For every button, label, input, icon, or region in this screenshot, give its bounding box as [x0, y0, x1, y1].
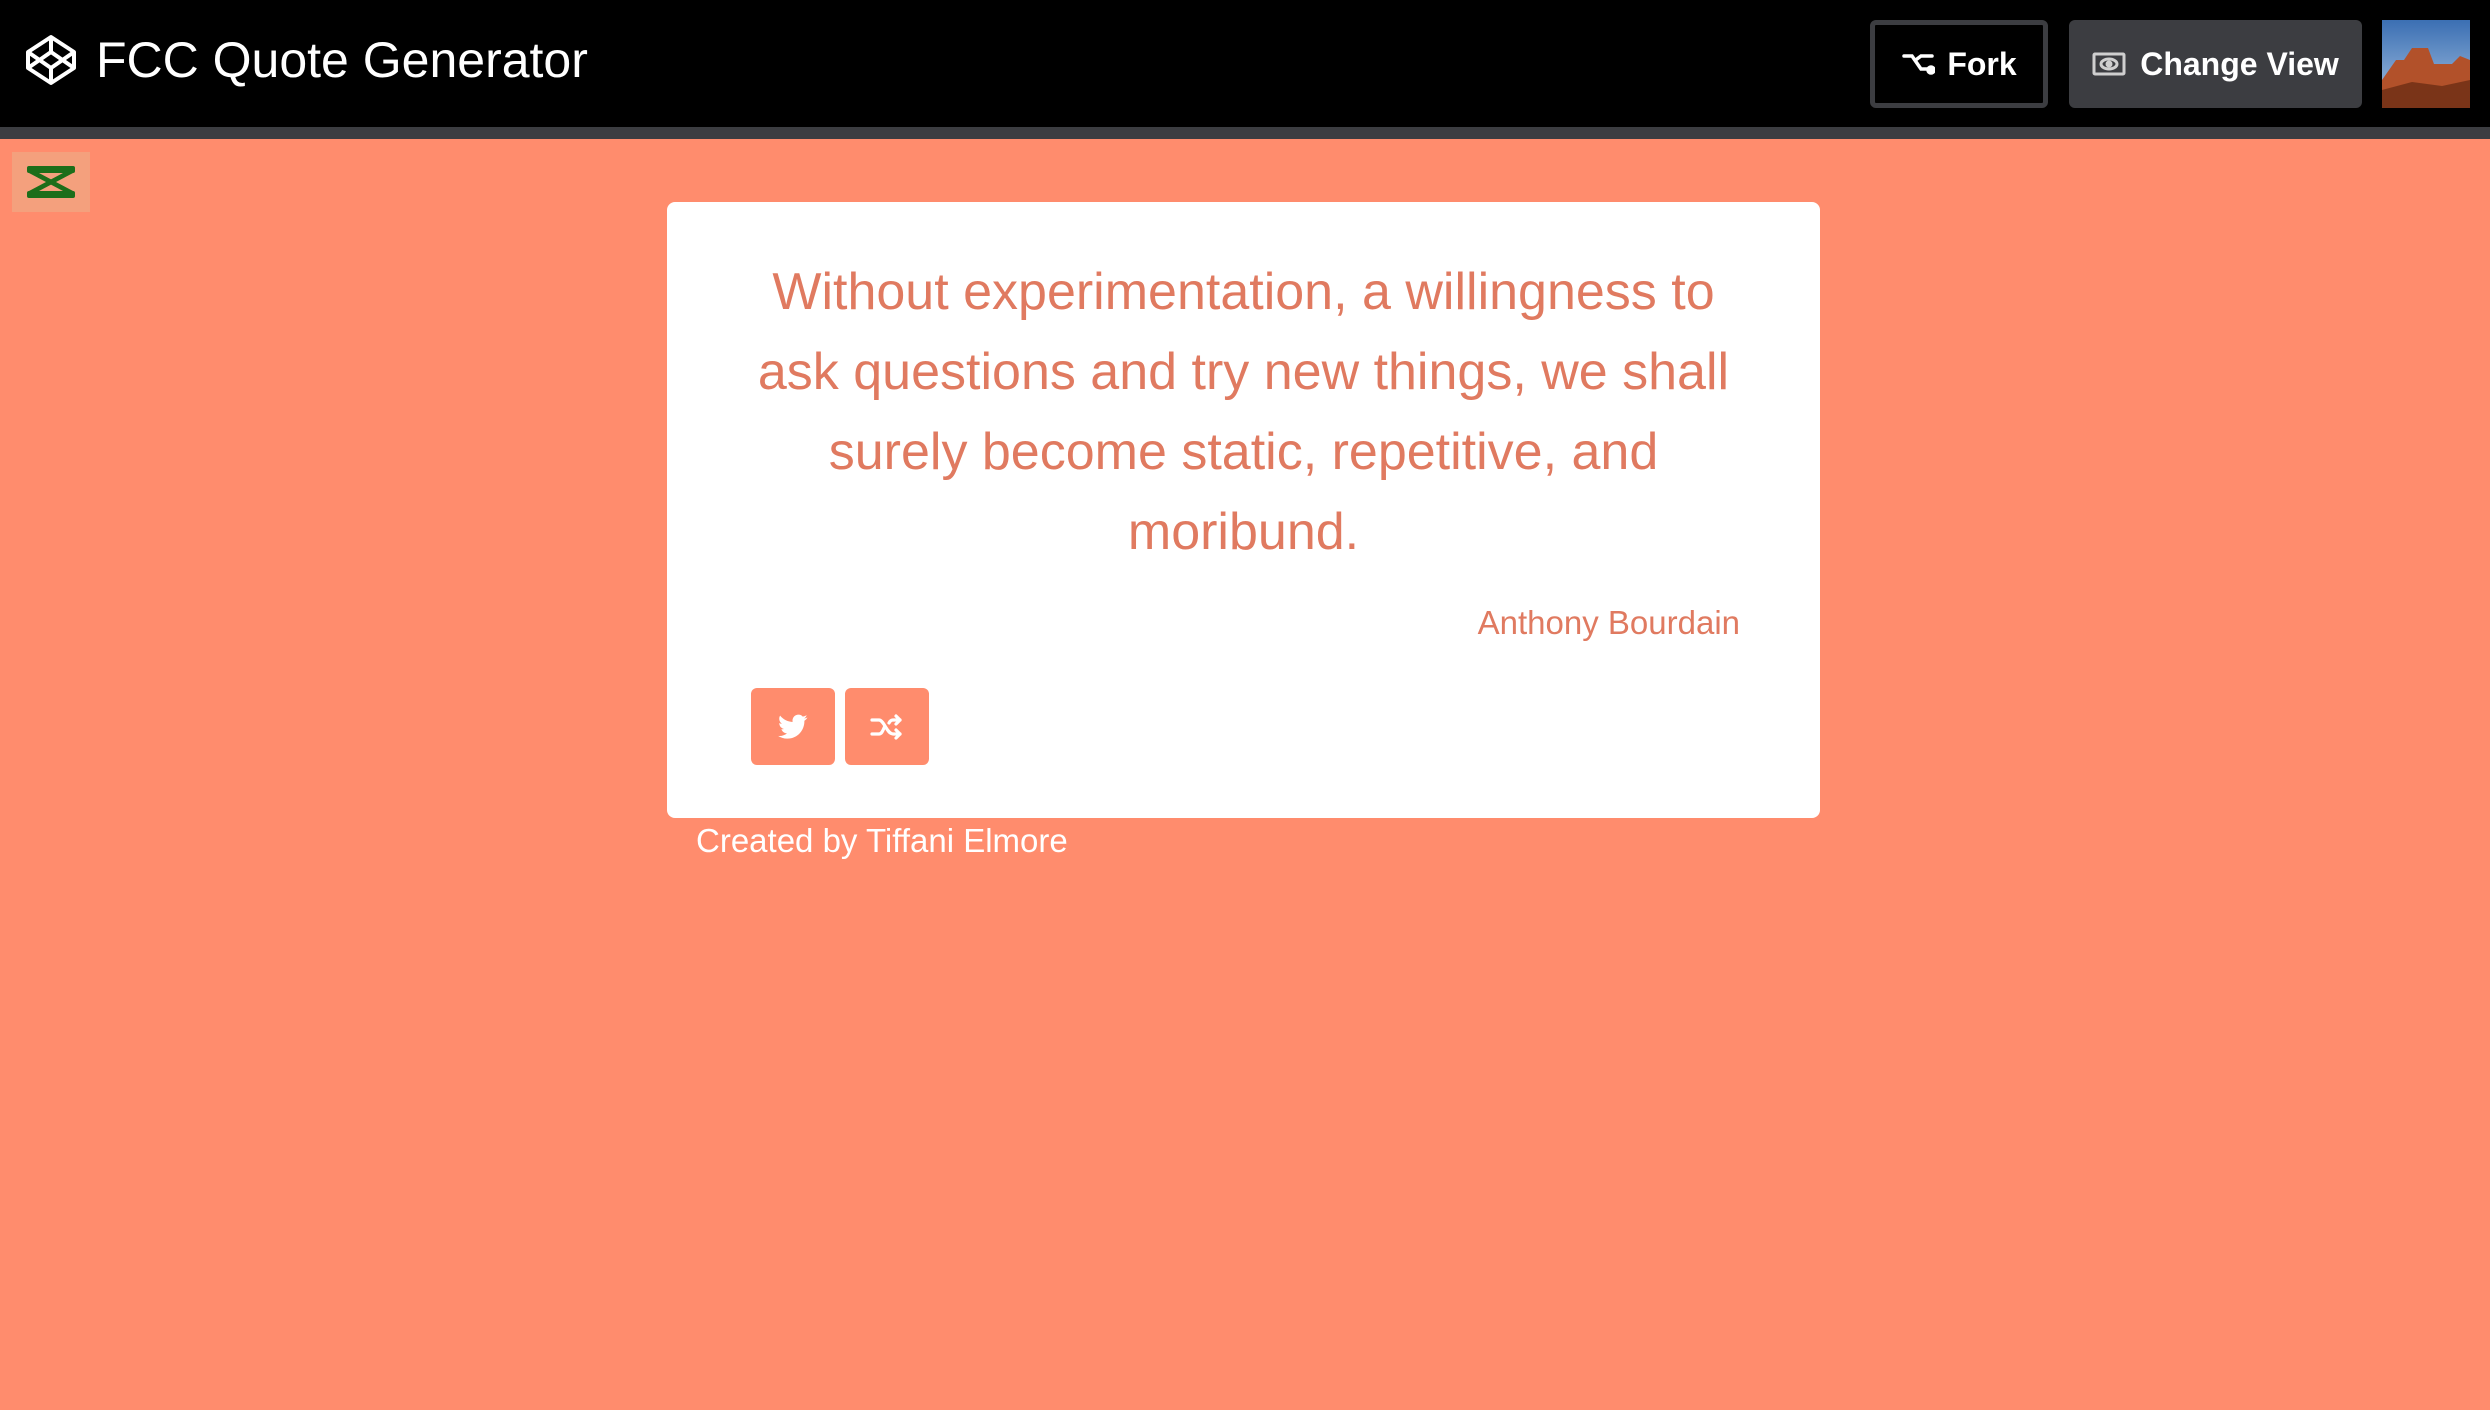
eye-icon — [2092, 52, 2126, 76]
top-navigation-bar: FCC Quote Generator Fork Change View — [0, 0, 2490, 127]
tweet-button[interactable] — [751, 688, 835, 765]
quote-text: Without experimentation, a willingness t… — [757, 263, 1730, 561]
shuffle-icon — [870, 713, 902, 740]
fork-label: Fork — [1947, 45, 2017, 82]
quote-author: Anthony Bourdain — [1477, 604, 1740, 641]
avatar[interactable] — [2382, 20, 2470, 108]
footer-credit: Created by Tiffani Elmore — [696, 822, 1068, 859]
page-title: FCC Quote Generator — [96, 32, 588, 88]
fork-icon — [1902, 54, 1936, 75]
change-view-button[interactable]: Change View — [2069, 20, 2362, 108]
quote-card: Without experimentation, a willingness t… — [667, 202, 1820, 818]
twitter-icon — [778, 714, 808, 739]
change-view-label: Change View — [2140, 45, 2339, 82]
corner-badge[interactable] — [12, 152, 90, 212]
header-divider — [0, 127, 2490, 139]
codepen-icon[interactable] — [24, 33, 78, 87]
shuffle-badge-icon — [27, 166, 75, 198]
new-quote-button[interactable] — [845, 688, 929, 765]
fork-button[interactable]: Fork — [1870, 20, 2048, 108]
